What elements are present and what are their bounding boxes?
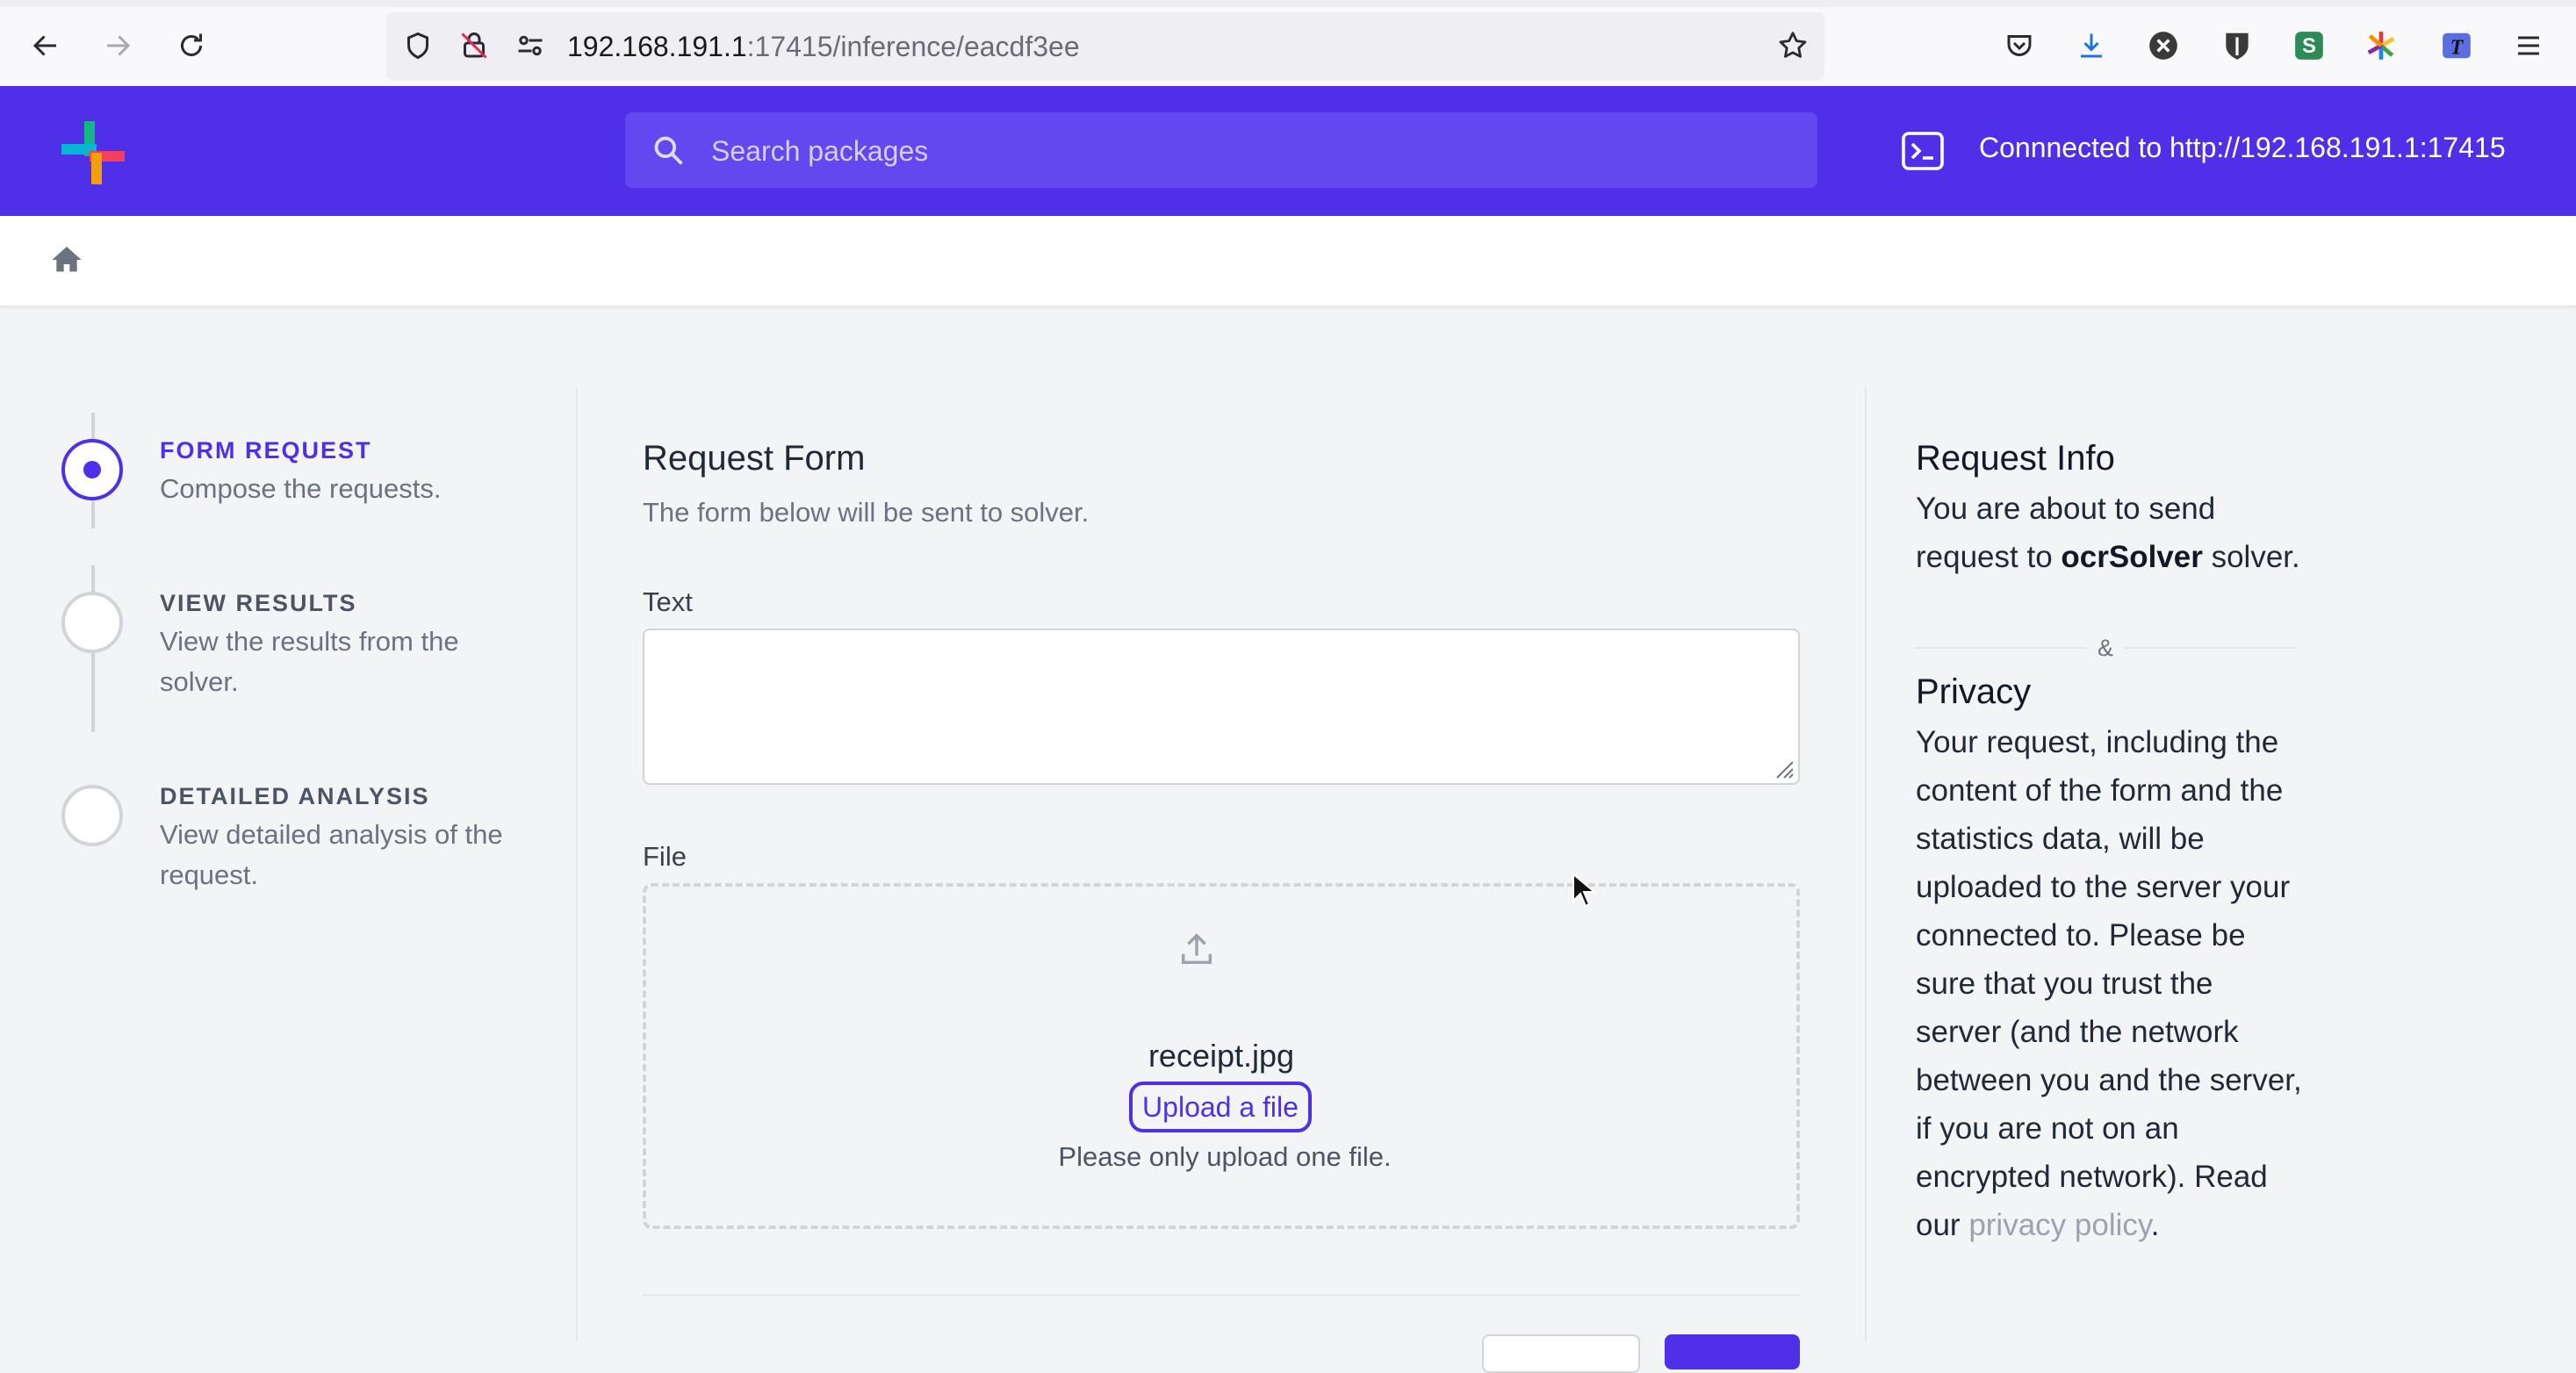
mouse-cursor-icon <box>1572 873 1596 908</box>
extension-s-icon[interactable]: S <box>2286 23 2332 68</box>
column-divider <box>1865 388 1867 1341</box>
back-icon[interactable] <box>23 23 68 68</box>
form-subtitle: The form below will be sent to solver. <box>643 497 1090 528</box>
privacy-text: Your request, including the content of t… <box>1916 725 2302 1242</box>
extension-pinwheel-icon[interactable] <box>2358 23 2404 68</box>
request-info-title: Request Info <box>1916 439 2115 478</box>
form-title: Request Form <box>643 439 866 478</box>
step-desc-form-request: Compose the requests. <box>160 473 442 504</box>
search-icon <box>654 136 683 165</box>
upload-icon <box>1181 933 1212 965</box>
app-logo[interactable] <box>58 118 128 188</box>
url-text[interactable]: 192.168.191.1:17415/inference/eacdf3ee <box>567 24 1080 69</box>
extension-x-icon[interactable] <box>2141 23 2186 68</box>
home-icon[interactable] <box>49 242 84 277</box>
solver-name: ocrSolver <box>2061 540 2203 574</box>
form-divider <box>643 1294 1800 1296</box>
upload-file-button[interactable]: Upload a file <box>1129 1082 1312 1132</box>
search-bar[interactable] <box>625 112 1817 190</box>
browser-tab-strip <box>0 0 2576 7</box>
bitwarden-icon[interactable] <box>2214 23 2260 68</box>
reload-icon[interactable] <box>169 23 214 68</box>
svg-text:S: S <box>2302 34 2316 58</box>
shield-icon[interactable] <box>395 23 441 68</box>
request-info-text: You are about to send request to ocrSolv… <box>1916 492 2300 574</box>
menu-icon[interactable] <box>2506 23 2551 68</box>
privacy-policy-link[interactable]: privacy policy <box>1968 1208 2150 1242</box>
text-field-label: Text <box>643 586 693 617</box>
insecure-lock-icon[interactable] <box>451 23 497 68</box>
progress-stepper: FORM REQUEST Compose the requests. VIEW … <box>0 306 576 1341</box>
submit-button[interactable] <box>1665 1334 1800 1369</box>
extension-t-icon[interactable]: T <box>2434 23 2479 68</box>
svg-text:T: T <box>2450 37 2464 60</box>
step-title-detailed-analysis[interactable]: DETAILED ANALYSIS <box>160 783 430 810</box>
permissions-icon[interactable] <box>507 23 553 68</box>
step-indicator-detailed-analysis[interactable] <box>61 785 123 846</box>
section-separator: & <box>2086 632 2125 664</box>
step-title-form-request[interactable]: FORM REQUEST <box>160 437 372 464</box>
file-field-label: File <box>643 841 687 872</box>
step-title-view-results[interactable]: VIEW RESULTS <box>160 590 357 617</box>
browser-toolbar: 192.168.191.1:17415/inference/eacdf3ee S… <box>0 0 2576 87</box>
search-input[interactable] <box>709 112 1767 190</box>
step-indicator-view-results[interactable] <box>61 592 123 653</box>
resize-handle-icon[interactable] <box>1772 757 1795 780</box>
bookmark-star-icon[interactable] <box>1770 23 1816 68</box>
step-desc-detailed-analysis: View detailed analysis of the request. <box>160 819 503 890</box>
pocket-icon[interactable] <box>1997 23 2042 68</box>
app-header: Connnected to http://192.168.191.1:17415 <box>0 86 2576 216</box>
step-indicator-form-request[interactable] <box>61 439 123 500</box>
cancel-button[interactable] <box>1482 1334 1640 1373</box>
download-icon[interactable] <box>2069 23 2114 68</box>
connection-status: Connnected to http://192.168.191.1:17415 <box>1979 132 2506 163</box>
privacy-title: Privacy <box>1916 672 2032 711</box>
step-desc-view-results: View the results from the solver. <box>160 626 459 697</box>
breadcrumb <box>0 216 2576 307</box>
terminal-icon[interactable] <box>1902 132 1944 170</box>
forward-icon[interactable] <box>95 23 140 68</box>
column-divider <box>576 388 578 1341</box>
text-field[interactable] <box>643 629 1800 785</box>
